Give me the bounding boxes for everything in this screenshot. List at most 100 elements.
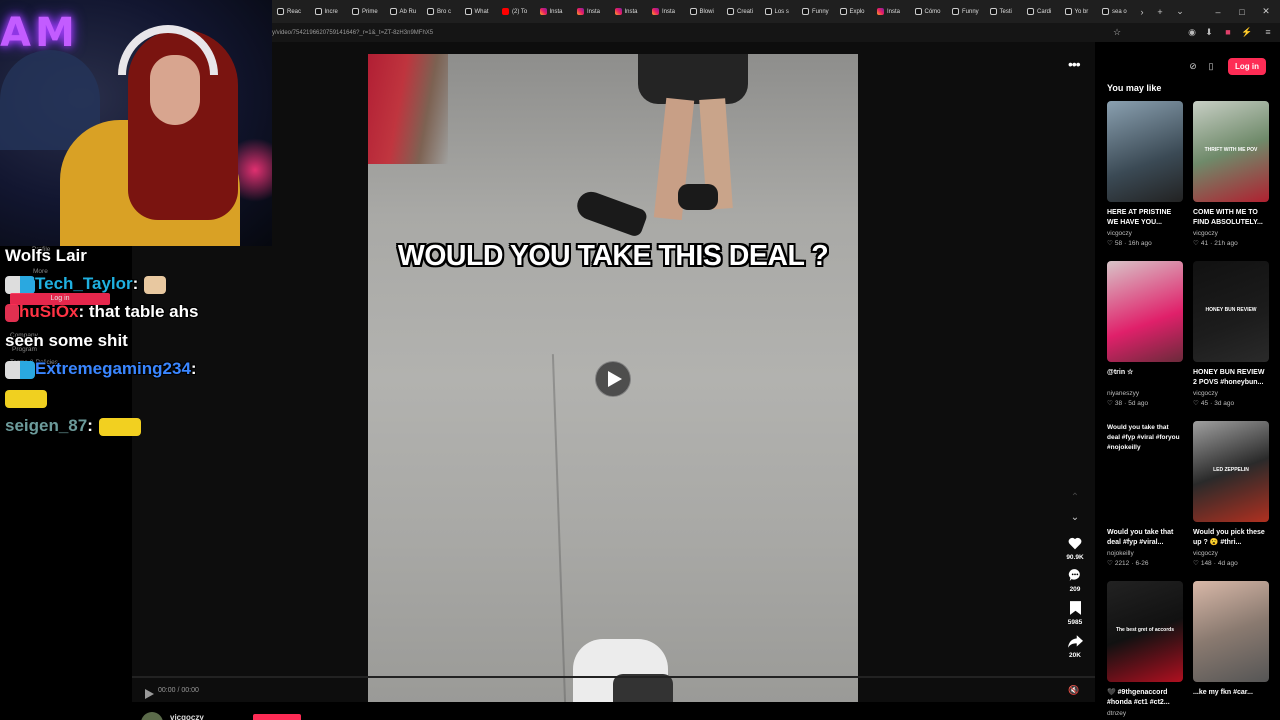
meta-separator: · [1124, 239, 1127, 247]
card-username[interactable]: vicgoczy [1107, 230, 1183, 237]
browser-tab[interactable]: Creati [722, 0, 760, 23]
tab-title: Insta [887, 8, 901, 15]
card-username[interactable]: nojokeilly [1107, 550, 1183, 557]
card-age: 4d ago [1217, 559, 1238, 567]
downloads-icon[interactable]: ⬇ [1203, 25, 1215, 39]
card-thumbnail: THRIFT WITH ME POV [1193, 101, 1269, 202]
extension-red-icon[interactable]: ■ [1222, 25, 1234, 39]
author-name[interactable]: vicgoczy [170, 713, 204, 720]
browser-tab[interactable]: Testi [985, 0, 1023, 23]
browser-tab-strip: Reac Incre Prime Ab Ru Bro c What (2) To Insta I… [272, 0, 1280, 23]
close-window-button[interactable]: ✕ [1260, 0, 1272, 23]
share-count: 20K [1069, 652, 1081, 659]
browser-tab[interactable]: Incre [310, 0, 348, 23]
tab-scroll-right-icon[interactable]: › [1136, 0, 1148, 23]
browser-tab[interactable]: Funny [947, 0, 985, 23]
tab-title: Insta [662, 8, 676, 15]
streamer-webcam: AM [0, 0, 272, 246]
recommendation-card[interactable]: @trin ☆ niyaneszyy ♡ 38 · 5d ago [1107, 261, 1183, 407]
browser-tab[interactable]: Blowi [685, 0, 723, 23]
extension-icon[interactable]: ◉ [1186, 25, 1198, 39]
card-title: ...ke my fkn #car... [1193, 689, 1253, 696]
maximize-button[interactable]: □ [1236, 0, 1248, 23]
comment-icon [1068, 569, 1080, 581]
menu-icon[interactable]: ≡ [1262, 25, 1274, 39]
tab-favicon-icon [952, 8, 959, 15]
browser-tab[interactable]: Insta [647, 0, 685, 23]
video-player[interactable]: WOULD YOU TAKE THIS DEAL ? [368, 54, 858, 704]
recommendation-card[interactable]: ...ke my fkn #car... [1193, 581, 1269, 710]
browser-tab[interactable]: Yo br [1060, 0, 1098, 23]
card-username[interactable]: vicgoczy [1193, 550, 1269, 557]
browser-tab[interactable]: Insta [610, 0, 648, 23]
chat-message [5, 388, 47, 408]
recommendation-card[interactable]: HONEY BUN REVIEW HONEY BUN REVIEW 2 POVS … [1193, 261, 1269, 407]
card-age: 6-26 [1135, 559, 1149, 567]
recommendation-card[interactable]: HERE AT PRISTINE WE HAVE YOU... vicgoczy ♡… [1107, 101, 1183, 247]
card-username[interactable]: vicgoczy [1193, 390, 1269, 397]
play-button[interactable] [595, 361, 631, 397]
card-thumbnail: Would you take that deal #fyp #viral #fo… [1107, 421, 1183, 522]
login-button[interactable]: Log in [1228, 58, 1266, 75]
video-progress-bar[interactable] [132, 676, 1095, 678]
chat-badge-icon [5, 360, 35, 379]
card-meta: ♡ 41 · 21h ago [1193, 239, 1269, 248]
tab-title: Ab Ru [399, 8, 417, 15]
header-icons: ⊘ ▯ [1187, 60, 1217, 72]
save-button[interactable]: 5985 [1060, 600, 1090, 626]
more-options-icon[interactable]: ••• [1068, 57, 1084, 74]
browser-tab[interactable]: Prime [347, 0, 385, 23]
address-bar[interactable]: y/video/7542196620759141646?_r=1&_t=ZT-8… [272, 23, 1280, 42]
card-thumbnail: LED ZEPPELIN [1193, 421, 1269, 522]
follow-button[interactable] [253, 714, 301, 720]
tab-title: Cómo [924, 8, 941, 15]
tab-title: Funny [962, 8, 979, 15]
tab-favicon-icon [689, 8, 697, 15]
video-person-legs [573, 54, 748, 264]
browser-tab[interactable]: Explo [835, 0, 873, 23]
card-username[interactable]: niyaneszyy [1107, 390, 1183, 397]
browser-tab[interactable]: Bro c [422, 0, 460, 23]
browser-tab[interactable]: Insta [572, 0, 610, 23]
card-title: COME WITH ME TO FIND ABSOLUTELY... [1193, 209, 1263, 226]
minimize-button[interactable]: – [1212, 0, 1224, 23]
browser-tab[interactable]: (2) To [497, 0, 535, 23]
chat-username: Wolfs Lair [5, 246, 87, 265]
next-video-chevron-icon[interactable]: ⌄ [1069, 512, 1081, 524]
card-username[interactable]: dtnzey [1107, 710, 1183, 717]
chat-username: Tech_Taylor [35, 274, 133, 293]
tab-favicon-icon [577, 8, 584, 15]
share-button[interactable]: 20K [1060, 633, 1090, 659]
card-username[interactable]: vicgoczy [1193, 230, 1269, 237]
previous-video-chevron-icon[interactable]: ⌃ [1069, 492, 1081, 504]
control-play-icon[interactable] [144, 686, 154, 699]
bookmark-star-icon[interactable]: ☆ [1111, 25, 1123, 39]
phone-icon[interactable]: ▯ [1205, 60, 1217, 72]
browser-tab[interactable]: Cardi [1022, 0, 1060, 23]
tab-title: What [474, 8, 489, 15]
new-tab-button[interactable]: + [1154, 0, 1166, 23]
recommendation-card[interactable]: THRIFT WITH ME POV COME WITH ME TO FIND A… [1193, 101, 1269, 247]
browser-tab[interactable]: Cómo [910, 0, 948, 23]
mute-icon[interactable]: 🔇 [1068, 685, 1080, 697]
recommendation-card[interactable]: Would you take that deal #fyp #viral #fo… [1107, 421, 1183, 567]
recommendation-card[interactable]: LED ZEPPELIN Would you pick these up ? 😮 … [1193, 421, 1269, 567]
extension-blue-icon[interactable]: ⚡ [1241, 25, 1253, 39]
browser-tab[interactable]: Reac [272, 0, 310, 23]
compass-icon[interactable]: ⊘ [1187, 60, 1199, 72]
browser-tab[interactable]: Los s [760, 0, 798, 23]
browser-tab[interactable]: Funny [797, 0, 835, 23]
chat-text: : [87, 416, 93, 435]
card-title: HERE AT PRISTINE WE HAVE YOU... [1107, 209, 1172, 226]
browser-tab[interactable]: Insta [872, 0, 910, 23]
recommendation-card[interactable]: The best gret of accords 🖤 #9thgenaccord … [1107, 581, 1183, 717]
comment-button[interactable]: 209 [1060, 567, 1090, 593]
chat-message: huSiOx: that table ahs [5, 302, 198, 322]
browser-tab[interactable]: Ab Ru [385, 0, 423, 23]
browser-tab[interactable]: Insta [535, 0, 573, 23]
tab-list-chevron-icon[interactable]: ⌄ [1174, 0, 1186, 23]
browser-tab[interactable]: sea o [1097, 0, 1135, 23]
like-button[interactable]: 90.9K [1060, 535, 1090, 561]
tab-favicon-icon [614, 8, 622, 15]
browser-tab[interactable]: What [460, 0, 498, 23]
